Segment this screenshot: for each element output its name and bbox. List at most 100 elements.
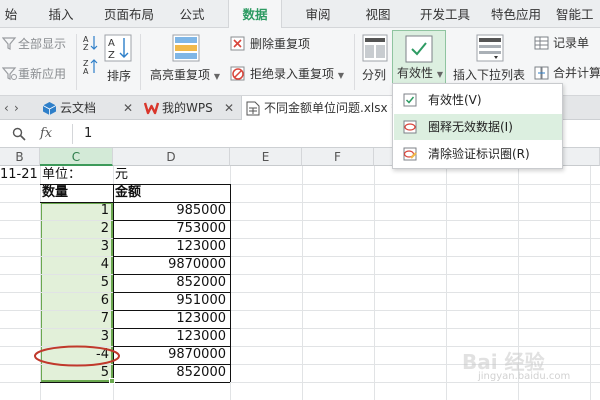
insert-dropdown-list-button[interactable]: 插入下拉列表 bbox=[453, 67, 525, 83]
spreadsheet-file-icon bbox=[246, 101, 260, 116]
insert-dropdown-list-icon bbox=[476, 34, 504, 62]
cell-amount[interactable]: 852000 bbox=[113, 273, 230, 293]
menu-item-clear-validation-circles[interactable]: 清除验证标识圈(R) bbox=[394, 141, 562, 167]
reapply-filter-icon bbox=[2, 67, 17, 80]
cell-b1[interactable]: 11-21 bbox=[0, 165, 40, 185]
validity-dropdown-menu: 有效性(V) 圈释无效数据(I) 清除验证标识圈(R) bbox=[392, 83, 563, 169]
menu-item-validity-label: 有效性(V) bbox=[428, 93, 482, 107]
table-border bbox=[230, 184, 231, 382]
sort-button[interactable]: 排序 bbox=[107, 68, 131, 84]
wps-logo-icon bbox=[144, 102, 159, 115]
menu-item-circle-invalid-data[interactable]: 圈释无效数据(I) bbox=[394, 114, 562, 140]
formula-divider bbox=[72, 124, 73, 144]
remove-duplicates-button[interactable]: 删除重复项 bbox=[250, 36, 310, 52]
text-to-columns-icon bbox=[362, 34, 388, 62]
sort-large-icon: AZ bbox=[104, 34, 132, 62]
record-form-button[interactable]: 记录单 bbox=[553, 35, 589, 51]
highlight-duplicates-icon bbox=[172, 34, 200, 62]
highlight-duplicates-label: 高亮重复项 bbox=[150, 68, 211, 82]
doc-tab-my-wps[interactable]: 我的WPS bbox=[142, 96, 234, 120]
split-columns-button[interactable]: 分列 bbox=[362, 67, 386, 83]
cell-amount[interactable]: 753000 bbox=[113, 219, 230, 239]
highlight-duplicates-button[interactable]: 高亮重复项 ▼ bbox=[150, 67, 220, 85]
header-quantity[interactable]: 数量 bbox=[42, 183, 68, 203]
dropdown-arrow-icon: ▼ bbox=[436, 70, 443, 79]
svg-text:Z: Z bbox=[108, 50, 115, 61]
tab-developer[interactable]: 开发工具 bbox=[414, 0, 476, 28]
cell-quantity[interactable]: 5 bbox=[40, 273, 113, 293]
tab-scroll-left-icon[interactable]: ‹ bbox=[4, 96, 9, 120]
doc-tab-spreadsheet[interactable]: 不同金额单位问题.xlsx * bbox=[241, 96, 401, 121]
column-header-b[interactable]: B bbox=[0, 148, 40, 166]
close-tab-icon[interactable]: ✕ bbox=[224, 96, 234, 120]
cell-quantity[interactable]: 6 bbox=[40, 291, 113, 311]
tab-review[interactable]: 审阅 bbox=[296, 0, 340, 28]
dropdown-arrow-icon: ▼ bbox=[213, 72, 220, 81]
tab-page-layout[interactable]: 页面布局 bbox=[98, 0, 160, 28]
cell-amount[interactable]: 985000 bbox=[113, 201, 230, 221]
insert-function-button[interactable]: fx bbox=[40, 126, 52, 141]
svg-text:A: A bbox=[83, 67, 89, 76]
ribbon-separator bbox=[354, 34, 355, 90]
validity-check-icon bbox=[403, 93, 417, 107]
doc-tab-my-wps-label: 我的WPS bbox=[162, 101, 213, 115]
cell-quantity[interactable]: 2 bbox=[40, 219, 113, 239]
fill-handle[interactable] bbox=[109, 378, 115, 384]
doc-tab-cloud[interactable]: 云文档 bbox=[40, 96, 135, 120]
cell-amount[interactable]: 123000 bbox=[113, 309, 230, 329]
close-tab-icon[interactable]: ✕ bbox=[123, 96, 133, 120]
validity-button-highlight[interactable]: 有效性 ▼ bbox=[392, 30, 446, 84]
tab-special-apps[interactable]: 特色应用 bbox=[486, 0, 546, 28]
cell-quantity[interactable]: 1 bbox=[40, 201, 113, 221]
reject-duplicates-label: 拒绝录入重复项 bbox=[250, 67, 335, 81]
tab-smart-tools[interactable]: 智能工 bbox=[556, 0, 600, 28]
menu-item-validity[interactable]: 有效性(V) bbox=[394, 87, 562, 113]
cell-amount[interactable]: 123000 bbox=[113, 327, 230, 347]
doc-tab-spreadsheet-label: 不同金额单位问题.xlsx * bbox=[264, 101, 398, 115]
zoom-search-icon[interactable] bbox=[12, 127, 26, 141]
formula-input[interactable]: 1 bbox=[84, 126, 92, 141]
ribbon-separator bbox=[76, 34, 77, 90]
column-header-d[interactable]: D bbox=[113, 148, 230, 166]
cell-amount[interactable]: 123000 bbox=[113, 237, 230, 257]
tab-data[interactable]: 数据 bbox=[228, 0, 282, 28]
ribbon-tab-bar: 始 插入 页面布局 公式 数据 审阅 视图 开发工具 特色应用 智能工 bbox=[0, 0, 600, 28]
doc-tab-cloud-label: 云文档 bbox=[60, 101, 97, 115]
tab-scroll-right-icon[interactable]: › bbox=[14, 96, 19, 120]
validity-label: 有效性 bbox=[397, 66, 434, 80]
menu-item-circle-invalid-data-label: 圈释无效数据(I) bbox=[428, 120, 513, 134]
cell-quantity[interactable]: 7 bbox=[40, 309, 113, 329]
header-amount[interactable]: 金额 bbox=[115, 183, 141, 203]
tab-view[interactable]: 视图 bbox=[356, 0, 400, 28]
cell-amount[interactable]: 852000 bbox=[113, 363, 230, 383]
tab-start[interactable]: 始 bbox=[0, 0, 22, 28]
watermark-url: jingyan.baidu.com bbox=[478, 371, 571, 382]
cell-d1[interactable]: 元 bbox=[115, 165, 128, 185]
record-form-icon bbox=[534, 36, 549, 50]
show-all-button[interactable]: 全部显示 bbox=[18, 36, 66, 52]
dropdown-arrow-icon: ▼ bbox=[337, 71, 344, 80]
tab-formulas[interactable]: 公式 bbox=[170, 0, 214, 28]
cell-amount[interactable]: 9870000 bbox=[113, 255, 230, 275]
column-header-f[interactable]: F bbox=[302, 148, 374, 166]
invalid-data-circle bbox=[34, 345, 120, 367]
column-header-e[interactable]: E bbox=[230, 148, 302, 166]
validity-button: 有效性 ▼ bbox=[397, 65, 443, 83]
cell-amount[interactable]: 951000 bbox=[113, 291, 230, 311]
merge-calculation-button[interactable]: 合并计算 bbox=[553, 65, 600, 81]
reject-duplicates-icon bbox=[230, 66, 245, 81]
remove-duplicates-icon bbox=[230, 36, 245, 51]
show-all-filter-icon bbox=[2, 37, 17, 50]
validity-check-icon bbox=[405, 35, 433, 63]
reapply-button[interactable]: 重新应用 bbox=[18, 66, 66, 82]
cell-quantity[interactable]: 3 bbox=[40, 237, 113, 257]
menu-item-clear-validation-circles-label: 清除验证标识圈(R) bbox=[428, 147, 530, 161]
merge-calculation-icon bbox=[534, 66, 549, 80]
cell-quantity[interactable]: 4 bbox=[40, 255, 113, 275]
cell-c1[interactable]: 单位： bbox=[42, 165, 81, 185]
circle-invalid-data-icon bbox=[403, 120, 417, 134]
tab-insert[interactable]: 插入 bbox=[38, 0, 84, 28]
cell-amount[interactable]: 9870000 bbox=[113, 345, 230, 365]
column-header-c[interactable]: C bbox=[40, 148, 113, 166]
reject-duplicates-button[interactable]: 拒绝录入重复项 ▼ bbox=[250, 66, 344, 84]
